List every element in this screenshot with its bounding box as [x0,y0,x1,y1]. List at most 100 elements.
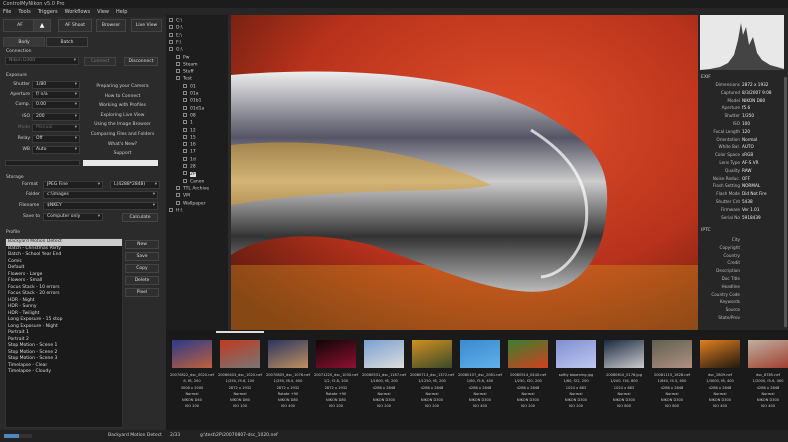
folder-input[interactable]: c:\images [43,191,158,199]
tree-node[interactable]: F:\ [169,39,181,45]
profile-new-button[interactable]: New [125,240,159,249]
expand-icon[interactable] [169,32,173,37]
iptc-key[interactable]: Copyright [698,245,740,250]
thumbnail-image[interactable] [604,340,644,368]
tree-node[interactable]: Canon [183,178,204,184]
thumbnail-image[interactable] [748,340,788,368]
menu-file[interactable]: File [3,9,11,15]
tree-node[interactable]: 1d [183,156,196,162]
iptc-key[interactable]: Description [698,268,740,273]
tree-node[interactable]: Test [176,76,192,82]
camera-select[interactable]: Nikon D300 [5,57,79,65]
expand-icon[interactable] [176,61,180,66]
expand-icon[interactable] [183,98,187,103]
expand-icon[interactable] [183,156,187,161]
tree-node[interactable]: 01b1 [183,98,201,104]
iptc-key[interactable]: Credit [698,260,740,265]
filmstrip-scrollbar[interactable] [216,331,264,333]
menu-tools[interactable]: Tools [18,9,30,15]
size-select[interactable]: L(4288*2848) [110,181,160,189]
tree-node[interactable]: C:\ [169,18,182,24]
exposure-select-4[interactable]: Manual [32,124,80,132]
expand-icon[interactable] [183,120,187,125]
thumbnail[interactable]: softly blooming.jpg 1/60, f22, 200 1024 x … [552,340,600,410]
profile-pixel-button[interactable]: Pixel [125,288,159,297]
help-link[interactable]: Exploring Live View [85,113,160,118]
exposure-select-1[interactable]: f/ n/a [32,91,80,99]
thumbnail-image[interactable] [556,340,596,368]
iptc-key[interactable]: Headline [698,284,740,289]
thumbnail[interactable]: 20080531_dsc_1167.nef 1/1600, f8, 200 4288… [360,340,408,410]
expand-icon[interactable] [176,185,180,190]
thumbnail[interactable]: 20080107_dsc_2081.nef 1/60, f5.6, 400 4288… [456,340,504,410]
tree-node[interactable]: D:\ [169,25,183,31]
expand-icon[interactable] [176,200,180,205]
menu-view[interactable]: View [97,9,109,15]
tree-node[interactable]: 01a [183,91,198,97]
iptc-key[interactable]: City [698,237,740,242]
expand-icon[interactable] [183,112,187,117]
thumbnail[interactable]: 20070822_dsc_0020.nef 8, f8, 200 3008 x 20… [168,340,216,410]
format-select[interactable]: JPEG Fine [43,181,103,189]
tree-node[interactable]: 12 [183,127,196,133]
exposure-select-5[interactable]: Off [32,135,80,143]
exposure-slider[interactable] [5,160,80,166]
thumbnail-image[interactable] [220,340,260,368]
iptc-key[interactable]: State/Prov [698,315,740,320]
browser-button[interactable]: Browser [96,19,126,32]
filmstrip[interactable]: 20070822_dsc_0020.nef 8, f8, 200 3008 x 20… [166,330,788,430]
expand-icon[interactable] [176,69,180,74]
tree-node[interactable]: VM [176,193,190,199]
tree-node[interactable]: 28 [183,164,196,170]
expand-icon[interactable] [183,171,187,176]
expand-icon[interactable] [183,134,187,139]
saveto-select[interactable]: Computer only [43,213,103,221]
expand-icon[interactable] [169,47,173,52]
image-viewer[interactable] [231,15,698,330]
profile-copy-button[interactable]: Copy [125,264,159,273]
expand-icon[interactable] [183,164,187,168]
folder-tree[interactable]: C:\ D:\ E:\ F:\ G:\ Pw Steam Stuff Test 01 01a 01b1… [166,15,228,330]
exposure-select-2[interactable]: 0.00 [32,101,80,109]
tree-node[interactable]: Pw [176,54,189,60]
tree-node[interactable]: H:\ [169,207,182,213]
exposure-select-6[interactable]: Auto [32,146,80,154]
thumbnail-image[interactable] [268,340,308,368]
tab-batch[interactable]: Batch [46,37,88,47]
profile-list[interactable]: Backyard Motion Detect Batch - Christmas … [5,238,123,428]
tree-node[interactable]: TTL Archive [176,185,209,191]
thumbnail-image[interactable] [364,340,404,368]
expand-icon[interactable] [176,54,180,59]
menu-help[interactable]: Help [116,9,127,15]
expand-icon[interactable] [176,76,180,81]
profile-item[interactable]: Timelapse - Cloudy [6,369,122,376]
thumbnail-image[interactable] [460,340,500,368]
exposure-select-3[interactable]: 200 [32,113,80,121]
connect-button[interactable]: Connect [84,57,116,66]
tree-node[interactable]: 01 [183,83,196,89]
iptc-key[interactable]: Source [698,307,740,312]
thumbnail-image[interactable] [412,340,452,368]
expand-icon[interactable] [183,149,187,154]
thumbnail[interactable]: 20080713_dsc_1372.nef 1/1250, f8, 200 4288… [408,340,456,410]
tree-node[interactable]: Steam [176,61,198,67]
iptc-key[interactable]: Country [698,253,740,258]
tree-node[interactable]: 15 [183,134,196,140]
disconnect-button[interactable]: Disconnect [124,57,158,66]
help-link[interactable]: Preparing your Camera [85,84,160,89]
expand-icon[interactable] [183,142,187,147]
thumbnail-image[interactable] [700,340,740,368]
thumbnail[interactable]: 20080514_0440.nef 1/250, f20, 200 4288 x 2… [504,340,552,410]
thumbnail[interactable]: 20081115_1628.nef 1/640, f4.5, 800 4288 x … [648,340,696,410]
thumbnail[interactable]: 20060403_dsc_1020.nef 1/250, f5.6, 100 287… [216,340,264,410]
help-link[interactable]: How to Connect [85,94,160,99]
expand-icon[interactable] [183,83,187,88]
calculate-button[interactable]: Calculate [122,213,158,222]
thumbnail[interactable]: dsc_8785.nef 1/2000, f5.6, 400 4288 x 2848… [744,340,788,410]
help-link[interactable]: Using the Image Browser [85,122,160,127]
iptc-key[interactable]: Country Code [698,292,740,297]
expand-icon[interactable] [169,207,173,212]
filename-input[interactable]: $NKEY [43,202,158,210]
expand-icon[interactable] [169,39,173,44]
help-link[interactable]: Working with Profiles [85,103,160,108]
